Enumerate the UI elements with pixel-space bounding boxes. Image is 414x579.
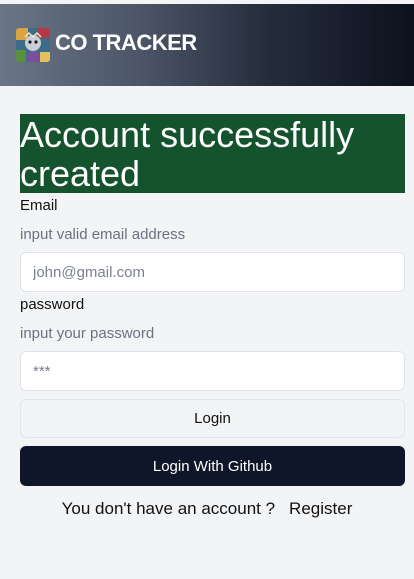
email-hint: input valid email address (20, 226, 186, 243)
login-button[interactable]: Login (20, 399, 405, 438)
email-label: Email (20, 197, 58, 214)
email-field[interactable] (20, 252, 405, 292)
app-header: CO TRACKER (0, 4, 414, 86)
app-brand-title[interactable]: CO TRACKER (55, 30, 197, 56)
register-prompt-text: You don't have an account ? (61, 499, 276, 518)
register-prompt: You don't have an account ? Register (0, 499, 414, 519)
painted-avatar-logo-icon[interactable] (16, 28, 50, 62)
password-hint: input your password (20, 325, 155, 342)
success-alert: Account successfully created (20, 114, 405, 193)
password-field[interactable] (20, 351, 405, 391)
register-link[interactable]: Register (289, 499, 352, 518)
password-label: password (20, 296, 85, 313)
login-with-github-button[interactable]: Login With Github (20, 446, 405, 486)
